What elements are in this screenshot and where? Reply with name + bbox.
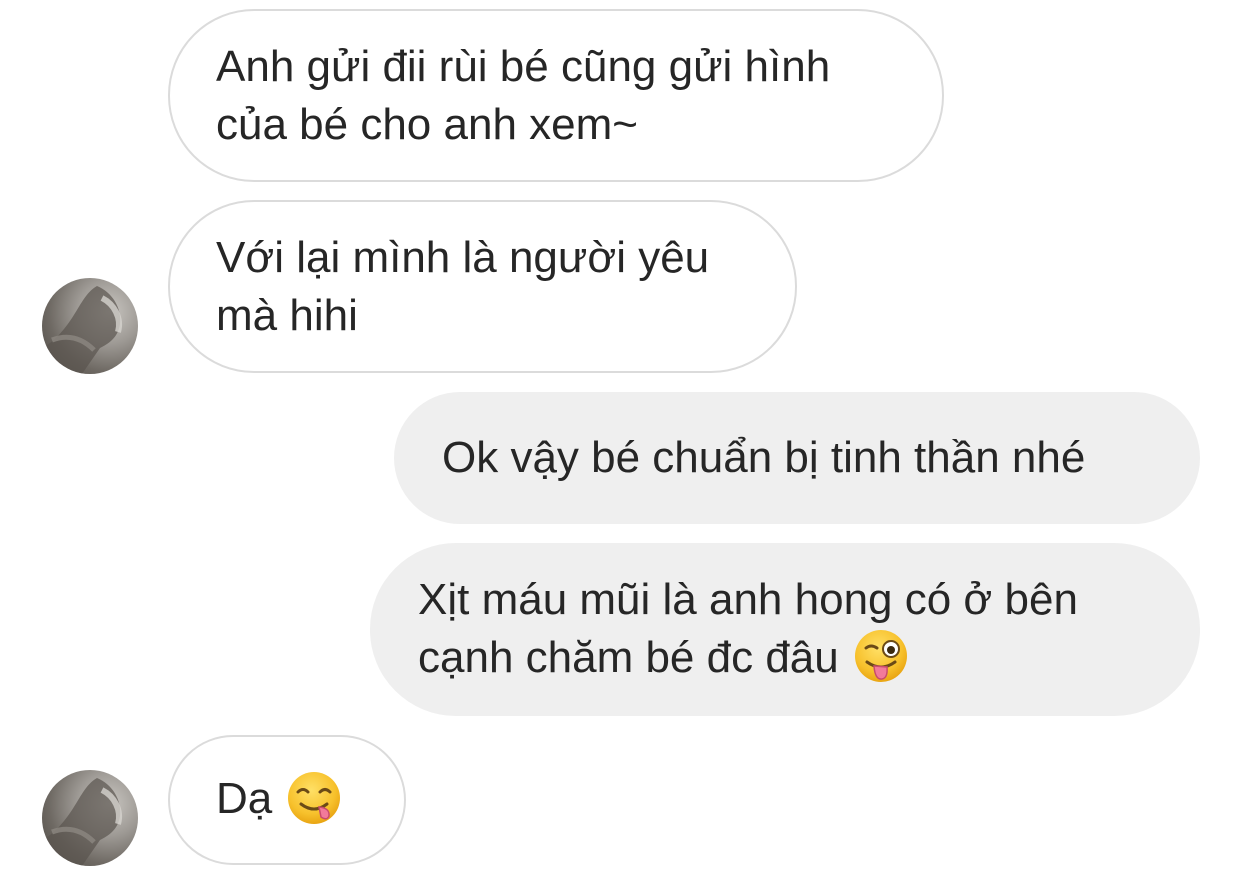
received-message-bubble[interactable]: Anh gửi đii rùi bé cũng gửi hình của bé … <box>168 9 944 182</box>
winking-face-with-tongue-icon <box>854 630 907 683</box>
avatar-photo-icon <box>42 778 122 866</box>
avatar-photo-icon <box>42 286 122 374</box>
face-savoring-food-icon <box>288 771 341 824</box>
received-message-bubble[interactable]: Dạ <box>168 735 406 865</box>
sender-avatar[interactable] <box>42 770 138 866</box>
message-text: Xịt máu mũi là anh hong có ở bên cạnh ch… <box>418 571 1078 688</box>
sender-avatar[interactable] <box>42 278 138 374</box>
message-text: Anh gửi đii rùi bé cũng gửi hình của bé … <box>216 41 831 149</box>
sent-message-bubble[interactable]: Ok vậy bé chuẩn bị tinh thần nhé <box>394 392 1200 524</box>
received-message-bubble[interactable]: Với lại mình là người yêu mà hihi <box>168 200 797 373</box>
message-text: Ok vậy bé chuẩn bị tinh thần nhé <box>442 433 1086 482</box>
message-text: Với lại mình là người yêu mà hihi <box>216 232 710 340</box>
message-text: Dạ <box>216 770 342 829</box>
sent-message-bubble[interactable]: Xịt máu mũi là anh hong có ở bên cạnh ch… <box>370 543 1200 716</box>
